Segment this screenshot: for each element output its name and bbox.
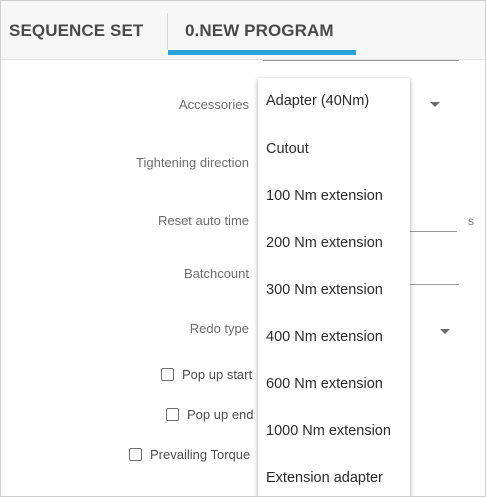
top-field-underline	[263, 60, 459, 61]
prevailing-torque-checkbox[interactable]	[129, 448, 142, 461]
reset-auto-time-unit: s	[468, 214, 474, 228]
dropdown-option[interactable]: 300 Nm extension	[266, 282, 383, 298]
tightening-direction-label: Tightening direction	[136, 155, 249, 170]
tab-sequence-set[interactable]: SEQUENCE SET	[9, 1, 143, 59]
popup-start-label: Pop up start	[182, 367, 253, 382]
reset-auto-time-label: Reset auto time	[157, 213, 249, 228]
tab-bar: SEQUENCE SET 0.NEW PROGRAM	[1, 1, 485, 60]
popup-end-checkbox[interactable]	[166, 408, 179, 421]
popup-end-label: Pop up end	[187, 407, 254, 422]
popup-end-checkbox-row[interactable]: Pop up end	[166, 407, 254, 422]
popup-start-checkbox-row[interactable]: Pop up start	[161, 367, 252, 382]
batchcount-label: Batchcount	[183, 266, 249, 281]
dropdown-option[interactable]: 1000 Nm extension	[266, 423, 391, 439]
redo-type-dropdown-arrow-icon[interactable]	[440, 329, 450, 334]
accessories-label: Accessories	[178, 97, 249, 112]
prevailing-torque-label: Prevailing Torque	[150, 447, 251, 462]
dropdown-option[interactable]: Cutout	[266, 141, 309, 157]
accessories-dropdown-menu: Adapter (40Nm) Cutout 100 Nm extension 2…	[258, 78, 410, 496]
app-frame: SEQUENCE SET 0.NEW PROGRAM Accessories T…	[0, 0, 486, 497]
accessories-dropdown-arrow-icon[interactable]	[430, 102, 440, 107]
tab-divider	[167, 13, 168, 49]
dropdown-option[interactable]: Extension adapter	[266, 470, 383, 486]
dropdown-option[interactable]: Adapter (40Nm)	[266, 93, 369, 109]
dropdown-option[interactable]: 600 Nm extension	[266, 376, 383, 392]
redo-type-label: Redo type	[189, 321, 249, 336]
dropdown-option[interactable]: 400 Nm extension	[266, 329, 383, 345]
dropdown-option[interactable]: 100 Nm extension	[266, 188, 383, 204]
active-tab-indicator	[168, 50, 356, 55]
prevailing-torque-checkbox-row[interactable]: Prevailing Torque	[129, 447, 250, 462]
dropdown-option[interactable]: 200 Nm extension	[266, 235, 383, 251]
popup-start-checkbox[interactable]	[161, 368, 174, 381]
program-form: Accessories Tightening direction Reset a…	[1, 60, 485, 496]
